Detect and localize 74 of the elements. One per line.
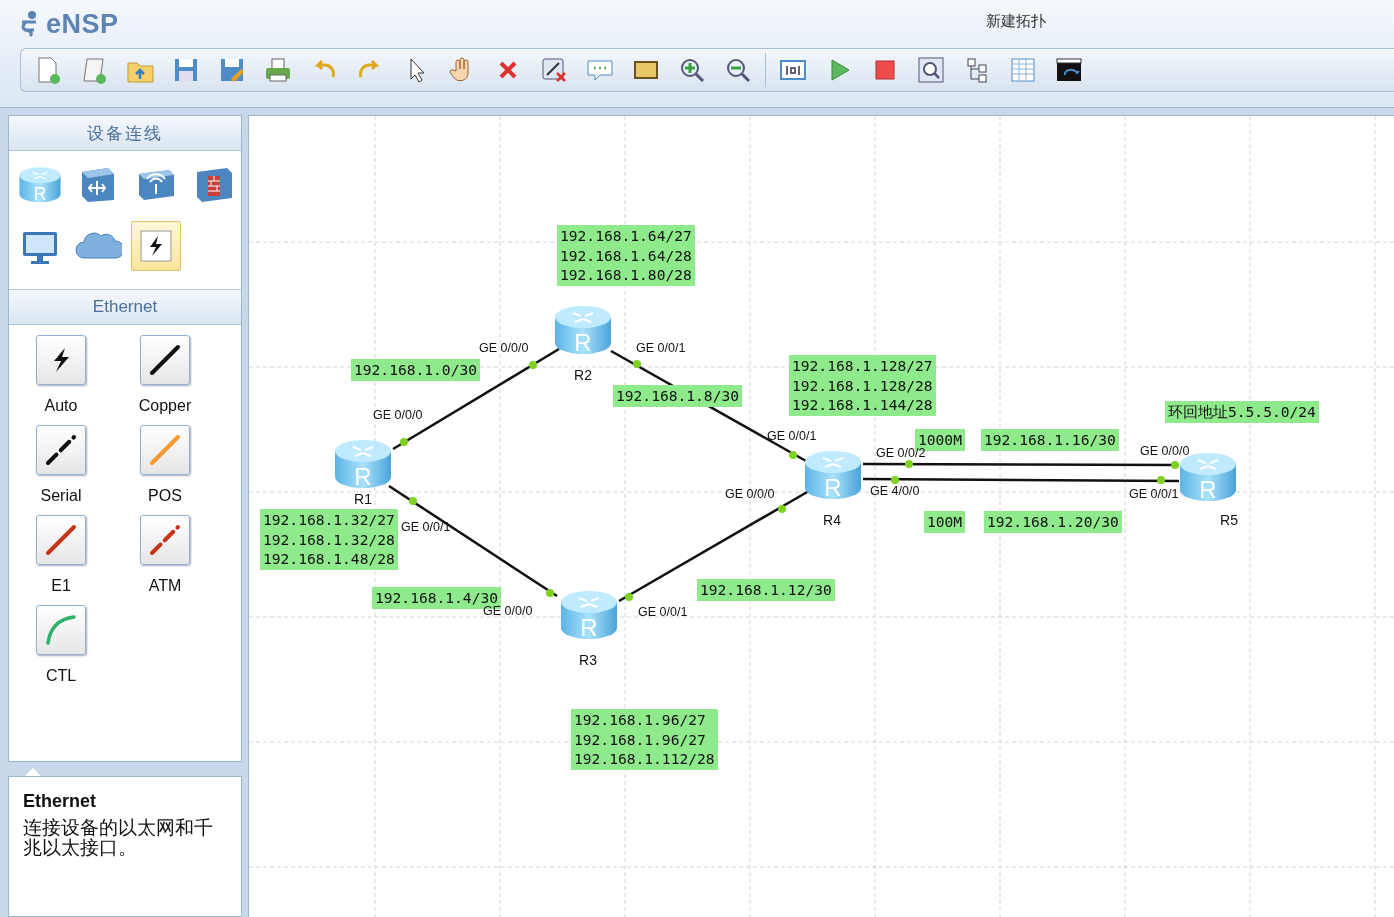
description-title: Ethernet — [23, 791, 97, 812]
router-name: R3 — [579, 652, 597, 668]
device-button[interactable] — [131, 221, 181, 271]
note-line: 192.168.1.112/28 — [574, 749, 715, 769]
port-dot — [1157, 476, 1165, 484]
note-line: 192.168.1.96/27 — [574, 710, 707, 730]
note-line: 192.168.1.96/27 — [574, 729, 707, 749]
port-label: GE 0/0/0 — [373, 408, 423, 422]
note-line: 192.168.1.0/30 — [354, 360, 477, 380]
lightning-icon — [140, 230, 172, 262]
port-label: GE 0/0/1 — [401, 520, 451, 534]
router-name: R2 — [574, 367, 592, 383]
port-dot — [529, 361, 537, 369]
note-line: 192.168.1.8/30 — [616, 386, 739, 406]
port-label: GE 0/0/1 — [767, 429, 817, 443]
router-name: R1 — [354, 491, 372, 507]
cable-type-button[interactable]: CTL — [9, 605, 113, 685]
description-text: 连接设备的以太网和千兆以太接口。 — [23, 818, 214, 858]
port-label: GE 0/0/1 — [638, 605, 688, 619]
port-label: GE 4/0/0 — [870, 484, 920, 498]
port-dot — [891, 476, 899, 484]
note-line: 192.168.1.80/28 — [560, 265, 692, 285]
port-label: GE 0/0/0 — [725, 487, 775, 501]
port-label: GE 0/0/0 — [1140, 444, 1190, 458]
note-line: 100M — [927, 512, 963, 532]
cable-type-button[interactable]: Copper — [113, 335, 217, 415]
port-dot — [778, 505, 786, 513]
app-logo: eNSP — [46, 8, 119, 40]
port-dot — [633, 360, 641, 368]
port-label: GE 0/0/1 — [1129, 487, 1179, 501]
panel-header: Ethernet — [9, 289, 241, 325]
port-dot — [1171, 461, 1179, 469]
cable-icon — [147, 342, 183, 378]
port-dot — [905, 460, 913, 468]
cable-type-button[interactable]: POS — [113, 425, 217, 505]
note-line: 192.168.1.128/27 — [792, 356, 933, 376]
port-dot — [400, 438, 408, 446]
cable-type-button[interactable]: Auto — [9, 335, 113, 415]
note-line: 192.168.1.48/28 — [263, 549, 395, 569]
port-dot — [789, 451, 797, 459]
port-label: GE 0/0/2 — [876, 446, 926, 460]
note-line: 192.168.1.32/27 — [263, 510, 395, 530]
cable-icon — [147, 432, 183, 468]
printer-icon — [263, 55, 293, 85]
note-line: 192.168.1.128/28 — [792, 375, 933, 395]
port-dot — [546, 589, 554, 597]
port-dot — [409, 497, 417, 505]
router-name: R4 — [823, 512, 841, 528]
port-label: GE 0/0/1 — [636, 341, 686, 355]
cable-type-button[interactable]: ATM — [113, 515, 217, 595]
note-line: 192.168.1.16/30 — [984, 430, 1116, 450]
cable-icon — [147, 522, 183, 558]
note-line: 192.168.1.144/28 — [792, 395, 933, 415]
port-label: GE 0/0/0 — [479, 341, 529, 355]
magnifier-window-icon — [916, 55, 946, 85]
note-line: 192.168.1.32/28 — [263, 529, 395, 549]
window-title: 新建拓扑 — [986, 12, 1047, 31]
note-line: 192.168.1.12/30 — [700, 580, 832, 600]
note-line: 192.168.1.4/30 — [375, 588, 498, 606]
grid-icon — [1008, 55, 1038, 85]
cable-icon — [43, 432, 79, 468]
cable-type-button[interactable]: Serial — [9, 425, 113, 505]
port-label: GE 0/0/0 — [483, 604, 533, 618]
panel-header: 设备连线 — [9, 116, 241, 151]
note-line: 192.168.1.64/27 — [560, 226, 692, 246]
note-line: 192.168.1.64/28 — [560, 245, 692, 265]
curve-icon — [43, 612, 79, 648]
note-line: 192.168.1.20/30 — [987, 512, 1119, 532]
note-line: 1000M — [918, 430, 962, 448]
cable-icon — [43, 522, 79, 558]
cable-type-button[interactable]: E1 — [9, 515, 113, 595]
note-line: 环回地址5.5.5.0/24 — [1168, 402, 1316, 422]
router-name: R5 — [1220, 512, 1238, 528]
port-dot — [625, 593, 633, 601]
